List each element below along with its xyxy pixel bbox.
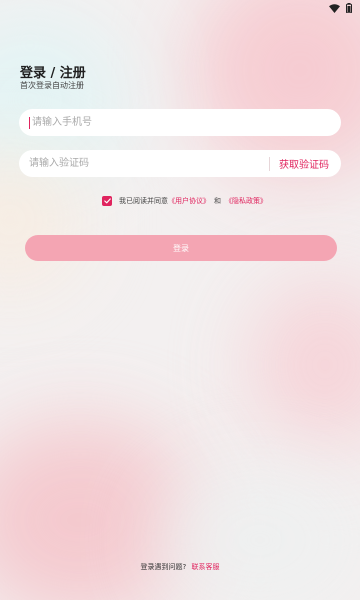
checkmark-icon (103, 198, 111, 204)
privacy-policy-link[interactable]: 《隐私政策》 (225, 196, 267, 206)
login-form: 登录 / 注册 首次登录自动注册 获取验证码 我已阅读并同意 《用户协议》 和 … (0, 0, 360, 600)
login-button[interactable]: 登录 (25, 235, 337, 261)
page-subtitle: 首次登录自动注册 (20, 81, 84, 90)
text-caret (29, 116, 30, 129)
get-code-button[interactable]: 获取验证码 (279, 156, 341, 171)
user-agreement-link[interactable]: 《用户协议》 (168, 196, 210, 206)
agreement-conjunction: 和 (214, 197, 221, 205)
wifi-icon (329, 3, 340, 13)
divider (269, 156, 270, 171)
code-input[interactable] (29, 150, 269, 177)
page-title: 登录 / 注册 (20, 66, 86, 81)
agreement-checkbox[interactable] (102, 196, 112, 206)
battery-icon (346, 3, 352, 13)
phone-field[interactable] (19, 109, 341, 136)
phone-input[interactable] (32, 109, 341, 136)
agreement-text: 我已阅读并同意 (119, 197, 168, 205)
code-field[interactable]: 获取验证码 (19, 150, 341, 177)
status-bar (0, 0, 360, 16)
help-question: 登录遇到问题? (140, 563, 187, 571)
agreement-row: 我已阅读并同意 《用户协议》 和 《隐私政策》 (102, 196, 267, 206)
contact-support-link[interactable]: 联系客服 (191, 563, 219, 571)
login-screen: 登录 / 注册 首次登录自动注册 获取验证码 我已阅读并同意 《用户协议》 和 … (0, 0, 360, 600)
help-footer: 登录遇到问题? 联系客服 (0, 562, 360, 572)
